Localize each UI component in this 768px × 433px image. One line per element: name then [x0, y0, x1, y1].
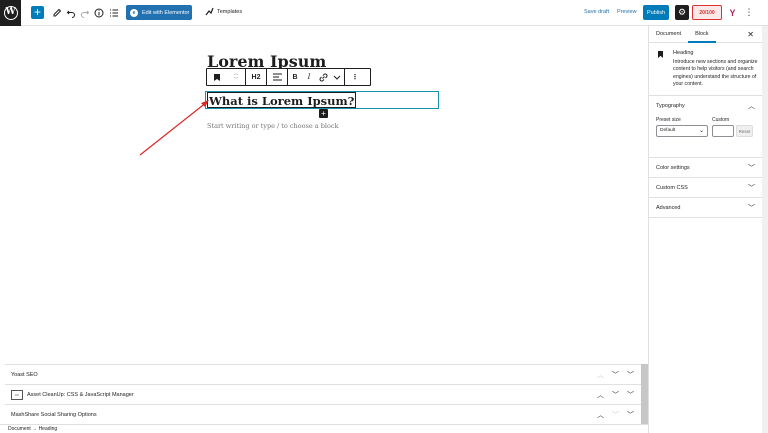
tab-document[interactable]: Document: [649, 26, 688, 43]
templates-icon: [205, 7, 214, 16]
move-down-icon[interactable]: ﹀: [233, 77, 238, 83]
move-up-icon[interactable]: ︿: [596, 390, 605, 400]
link-icon[interactable]: [316, 69, 330, 85]
chevron-up-icon: ︿: [748, 103, 755, 110]
metabox-asset-cleanup[interactable]: ▭ Asset CleanUp: CSS & JavaScript Manage…: [5, 385, 641, 405]
panel-advanced[interactable]: Advanced ﹀: [649, 198, 768, 218]
align-left-icon[interactable]: [267, 69, 287, 85]
elementor-icon: e: [130, 8, 138, 17]
elementor-button-label: Edit with Elementor: [142, 9, 190, 16]
chevron-down-icon[interactable]: ﹀: [626, 410, 635, 420]
inline-inserter-plus-icon[interactable]: +: [319, 109, 328, 118]
heading-text[interactable]: What is Lorem Ipsum?: [207, 92, 357, 108]
chevron-down-icon: ⌄: [698, 128, 704, 134]
bold-icon[interactable]: B: [288, 69, 302, 85]
panel-custom-css[interactable]: Custom CSS ﹀: [649, 178, 768, 198]
block-type-bookmark-icon[interactable]: [207, 69, 227, 85]
move-up-icon[interactable]: ︿: [596, 370, 605, 380]
templates-label: Templates: [217, 8, 243, 15]
block-toolbar: ︿ ﹀ H2 B I ⋮: [206, 68, 371, 86]
undo-icon[interactable]: [64, 6, 78, 20]
metabox-title: MashShare Social Sharing Options: [11, 411, 97, 418]
block-options-icon[interactable]: ⋮: [345, 69, 365, 85]
yoast-icon[interactable]: Y: [726, 6, 739, 19]
close-icon[interactable]: ✕: [747, 30, 754, 39]
move-up-icon[interactable]: ︿: [596, 410, 605, 420]
panel-color-settings[interactable]: Color settings ﹀: [649, 158, 768, 178]
move-down-icon[interactable]: ﹀: [611, 370, 620, 380]
panel-title: Color settings: [656, 164, 690, 171]
chevron-down-icon[interactable]: ﹀: [626, 370, 635, 380]
redo-icon[interactable]: [78, 6, 92, 20]
preset-size-value: Default: [660, 128, 676, 133]
tab-block[interactable]: Block: [688, 26, 715, 43]
preset-size-label: Preset size: [656, 117, 681, 123]
custom-size-label: Custom: [712, 117, 730, 123]
block-card: Heading Introduce new sections and organ…: [649, 43, 768, 96]
wordpress-logo[interactable]: W: [0, 0, 21, 26]
italic-icon[interactable]: I: [302, 69, 316, 85]
heading-bookmark-icon: [658, 51, 663, 58]
wordpress-w-icon: W: [3, 6, 18, 20]
more-options-icon[interactable]: ⋮: [744, 6, 754, 19]
info-icon[interactable]: [92, 6, 106, 20]
typography-title: Typography: [656, 103, 685, 109]
settings-gear-icon[interactable]: ⚙: [675, 5, 689, 20]
heading-block[interactable]: What is Lorem Ipsum?: [205, 91, 439, 109]
scrollbar[interactable]: [641, 364, 648, 424]
preset-size-select[interactable]: Default ⌄: [656, 125, 708, 137]
move-down-icon[interactable]: ﹀: [611, 410, 620, 420]
heading-level-button[interactable]: H2: [246, 69, 266, 85]
edit-with-elementor-button[interactable]: e Edit with Elementor: [126, 5, 192, 20]
chevron-down-icon: ﹀: [748, 185, 755, 192]
reset-button[interactable]: Reset: [736, 125, 753, 137]
yoast-label: Y: [729, 7, 736, 18]
chevron-down-icon: ﹀: [748, 205, 755, 212]
metabox-yoast-seo[interactable]: Yoast SEO ︿ ﹀ ﹀: [5, 365, 641, 385]
settings-sidebar: Document Block ✕ Heading Introduce new s…: [648, 26, 768, 433]
metabox-mashshare[interactable]: MashShare Social Sharing Options ︿ ﹀ ﹀: [5, 405, 641, 425]
block-card-title: Heading: [673, 50, 694, 56]
pencil-tools-icon[interactable]: [50, 6, 64, 20]
panel-title: Custom CSS: [656, 184, 688, 191]
metabox-title: Asset CleanUp: CSS & JavaScript Manager: [27, 391, 134, 398]
panel-title: Advanced: [656, 204, 681, 211]
save-draft-button[interactable]: Save draft: [584, 9, 609, 15]
block-inserter-button[interactable]: +: [31, 6, 44, 19]
block-mover[interactable]: ︿ ﹀: [227, 69, 245, 85]
seo-score-value: 20/100: [699, 9, 715, 16]
asset-cleanup-icon: ▭: [11, 389, 23, 400]
chevron-down-icon[interactable]: ﹀: [626, 390, 635, 400]
metabox-title: Yoast SEO: [11, 371, 38, 378]
publish-button[interactable]: Publish: [643, 5, 669, 20]
sidebar-tabs: Document Block ✕: [649, 26, 768, 43]
typography-panel-header[interactable]: Typography ︿: [649, 96, 768, 116]
custom-size-input[interactable]: [712, 125, 734, 137]
block-breadcrumb[interactable]: Document → Heading: [0, 424, 648, 433]
metaboxes-area: Yoast SEO ︿ ﹀ ﹀ ▭ Asset CleanUp: CSS & J…: [5, 364, 641, 425]
chevron-down-icon: ﹀: [748, 165, 755, 172]
default-block-appender[interactable]: Start writing or type / to choose a bloc…: [207, 122, 338, 130]
list-view-icon[interactable]: [107, 6, 121, 20]
block-card-description: Introduce new sections and organize cont…: [673, 59, 758, 87]
preview-button[interactable]: Preview: [617, 9, 637, 15]
seo-score-badge[interactable]: 20/100: [692, 5, 722, 20]
templates-button[interactable]: Templates: [205, 7, 242, 16]
annotation-arrow-icon: [139, 100, 209, 156]
move-down-icon[interactable]: ﹀: [611, 390, 620, 400]
more-formats-chevron-down-icon[interactable]: [330, 69, 344, 85]
sidebar-scrollbar[interactable]: [762, 26, 768, 433]
editor-top-toolbar: W + e Edit with Elementor Templates Save…: [0, 0, 768, 26]
